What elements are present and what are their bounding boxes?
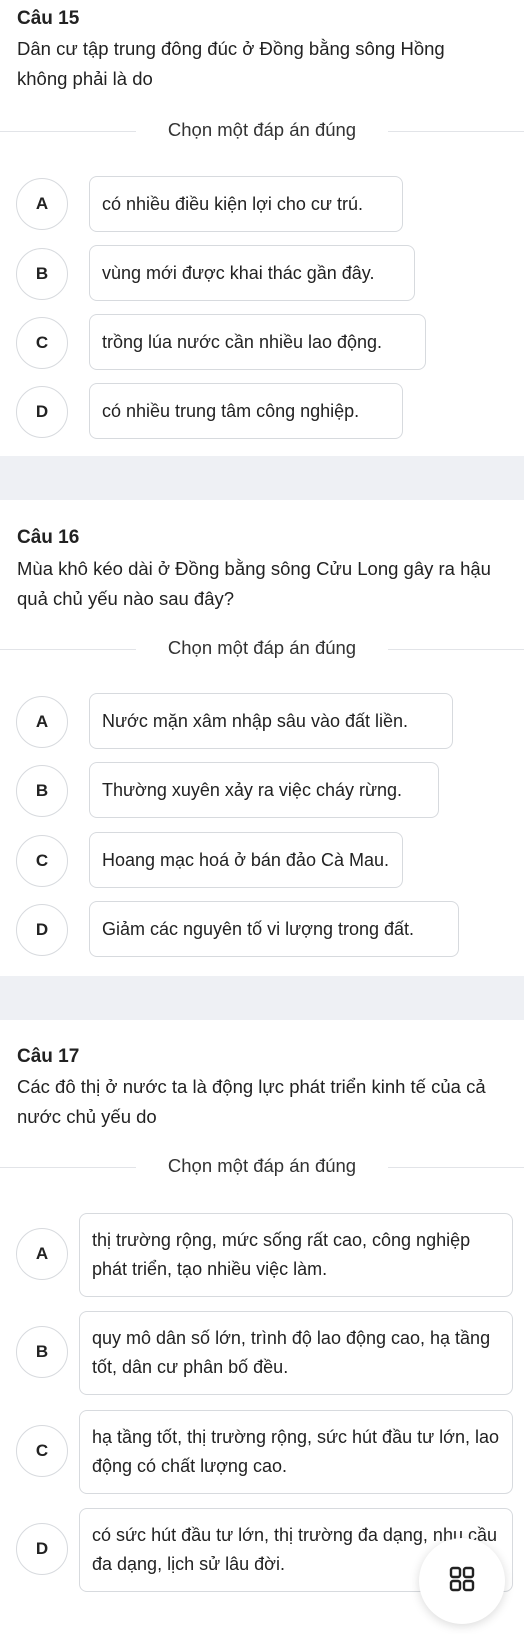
option-a[interactable]: thị trường rộng, mức sống rất cao, công … <box>79 1213 513 1297</box>
option-d-letter[interactable]: D <box>16 386 68 438</box>
divider <box>388 1167 524 1168</box>
instruction-text: Chọn một đáp án đúng <box>167 119 357 140</box>
option-d[interactable]: Giảm các nguyên tố vi lượng trong đất. <box>89 901 459 957</box>
question-number: Câu 17 <box>17 1046 80 1067</box>
option-d-letter[interactable]: D <box>16 1523 68 1575</box>
option-b[interactable]: quy mô dân số lớn, trình độ lao động cao… <box>79 1311 513 1395</box>
option-d-letter[interactable]: D <box>16 904 68 956</box>
section-separator <box>0 976 524 1020</box>
option-c-letter[interactable]: C <box>16 835 68 887</box>
instruction-text: Chọn một đáp án đúng <box>167 637 357 658</box>
option-b-letter[interactable]: B <box>16 248 68 300</box>
instruction-row: Chọn một đáp án đúng <box>0 1152 524 1182</box>
instruction-row: Chọn một đáp án đúng <box>0 116 524 146</box>
option-b-letter[interactable]: B <box>16 1326 68 1378</box>
option-c[interactable]: Hoang mạc hoá ở bán đảo Cà Mau. <box>89 832 403 888</box>
question-text: Mùa khô kéo dài ở Đồng bằng sông Cửu Lon… <box>17 558 491 609</box>
question-number: Câu 16 <box>17 527 80 548</box>
option-c[interactable]: trồng lúa nước cần nhiều lao động. <box>89 314 426 370</box>
option-c[interactable]: hạ tầng tốt, thị trường rộng, sức hút đầ… <box>79 1410 513 1494</box>
question-grid-button[interactable] <box>419 1538 505 1624</box>
option-c-letter[interactable]: C <box>16 1425 68 1477</box>
option-b[interactable]: Thường xuyên xảy ra việc cháy rừng. <box>89 762 439 818</box>
section-separator <box>0 456 524 500</box>
grid-icon <box>449 1566 475 1597</box>
divider <box>388 649 524 650</box>
question-text: Dân cư tập trung đông đúc ở Đồng bằng sô… <box>17 38 445 89</box>
option-a-letter[interactable]: A <box>16 696 68 748</box>
option-a[interactable]: có nhiều điều kiện lợi cho cư trú. <box>89 176 403 232</box>
quiz-page: Câu 15 Dân cư tập trung đông đúc ở Đồng … <box>0 0 524 1634</box>
option-a-letter[interactable]: A <box>16 178 68 230</box>
question-text: Các đô thị ở nước ta là động lực phát tr… <box>17 1076 486 1127</box>
question-16-card: Câu 16 Mùa khô kéo dài ở Đồng bằng sông … <box>0 500 524 976</box>
option-d[interactable]: có nhiều trung tâm công nghiệp. <box>89 383 403 439</box>
option-a[interactable]: Nước mặn xâm nhập sâu vào đất liền. <box>89 693 453 749</box>
option-a-letter[interactable]: A <box>16 1228 68 1280</box>
divider <box>388 131 524 132</box>
question-number: Câu 15 <box>17 8 80 29</box>
question-15-card: Câu 15 Dân cư tập trung đông đúc ở Đồng … <box>0 0 524 456</box>
instruction-text: Chọn một đáp án đúng <box>167 1155 357 1176</box>
option-b-letter[interactable]: B <box>16 765 68 817</box>
option-c-letter[interactable]: C <box>16 317 68 369</box>
option-b[interactable]: vùng mới được khai thác gần đây. <box>89 245 415 301</box>
instruction-row: Chọn một đáp án đúng <box>0 634 524 664</box>
